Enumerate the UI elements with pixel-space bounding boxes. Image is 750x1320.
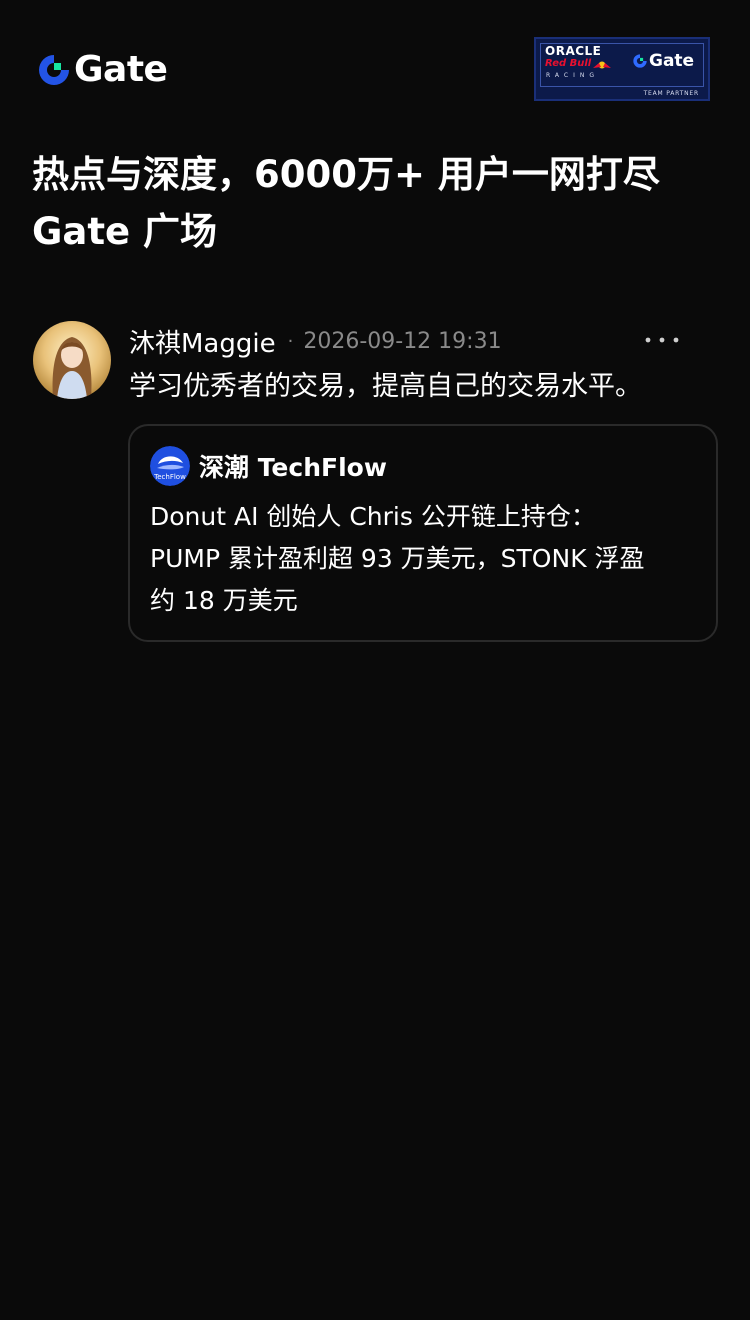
post-meta: 沐祺Maggie · 2026-09-12 19:31	[129, 321, 719, 361]
gate-logo[interactable]: Gate	[36, 49, 168, 90]
headline-line-2: Gate 广场	[32, 210, 217, 253]
quote-source-name: 深潮 TechFlow	[199, 453, 387, 482]
feed-post: 沐祺Maggie · 2026-09-12 19:31 学习优秀者的交易，提高自…	[0, 318, 750, 648]
more-dots-icon	[645, 337, 679, 343]
user-avatar	[33, 321, 111, 399]
partner-redbull-text: Red Bull	[545, 58, 592, 69]
partner-oracle-text: ORACLE	[545, 44, 602, 58]
logo-text: Gate	[74, 49, 168, 90]
meta-separator: ·	[287, 330, 294, 352]
post-body-text: 学习优秀者的交易，提高自己的交易水平。	[129, 371, 642, 402]
techflow-source-icon: TechFlow	[150, 446, 190, 486]
quote-source: TechFlow 深潮 TechFlow	[150, 446, 387, 486]
author-name[interactable]: 沐祺Maggie	[129, 323, 276, 360]
quote-line-3: 约 18 万美元	[150, 586, 298, 615]
gate-logo-small-icon	[633, 54, 647, 68]
avatar[interactable]	[33, 321, 111, 399]
partner-racing-text: RACING	[546, 72, 600, 79]
redbull-partner-badge[interactable]: ORACLE Red Bull RACING Gate TEAM PARTNER	[534, 37, 710, 101]
page-headline: 热点与深度，6000万+ 用户一网打尽 Gate 广场	[32, 146, 722, 260]
partner-gate-text: Gate	[649, 51, 695, 71]
quote-line-1: Donut AI 创始人 Chris 公开链上持仓：	[150, 502, 596, 531]
partner-team-partner-text: TEAM PARTNER	[643, 90, 699, 97]
source-icon-text: TechFlow	[153, 473, 186, 481]
gate-logo-icon	[39, 55, 69, 85]
headline-line-1: 热点与深度，6000万+ 用户一网打尽	[32, 153, 660, 196]
partner-gate-logo: Gate	[632, 51, 694, 71]
post-timestamp: 2026-09-12 19:31	[303, 328, 502, 354]
quoted-article-card[interactable]: TechFlow 深潮 TechFlow Donut AI 创始人 Chris …	[128, 424, 718, 642]
more-options-button[interactable]	[640, 328, 684, 352]
quote-text: Donut AI 创始人 Chris 公开链上持仓： PUMP 累计盈利超 93…	[150, 496, 700, 622]
app-header: Gate ORACLE Red Bull RACING Gate TEAM PA…	[0, 0, 750, 120]
redbull-bulls-icon	[593, 61, 611, 69]
quote-line-2: PUMP 累计盈利超 93 万美元，STONK 浮盈	[150, 544, 645, 573]
